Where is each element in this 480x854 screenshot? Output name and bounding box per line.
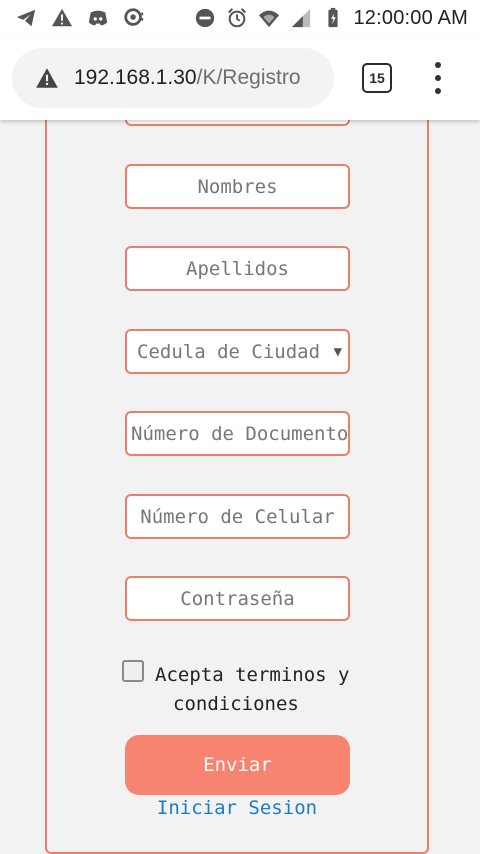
document-type-value: Cedula de Ciudad — [137, 340, 321, 363]
battery-icon — [321, 6, 345, 30]
telegram-icon — [14, 6, 38, 30]
url-host: 192.168.1.30 — [74, 66, 197, 89]
submit-button[interactable]: Enviar — [125, 735, 350, 795]
wifi-icon — [257, 6, 281, 30]
system-icons: 12:00:00 AM — [193, 6, 468, 30]
status-clock: 12:00:00 AM — [353, 6, 468, 29]
login-link[interactable]: Iniciar Sesion — [0, 797, 474, 819]
alert-icon — [50, 6, 74, 30]
status-bar: 12:00:00 AM — [0, 0, 480, 36]
url-text[interactable]: 192.168.1.30/K/Registro — [74, 66, 301, 90]
signal-icon — [289, 6, 313, 30]
apellidos-input[interactable]: Apellidos — [125, 246, 350, 291]
document-type-select[interactable]: Cedula de Ciudad ▼ — [125, 329, 350, 374]
app-icon — [122, 6, 146, 30]
nombres-input[interactable]: Nombres — [125, 164, 350, 209]
password-input[interactable]: Contraseña — [125, 576, 350, 621]
terms-label-line1: Acepta terminos y — [155, 664, 350, 686]
discord-icon — [86, 6, 110, 30]
address-bar[interactable]: 192.168.1.30/K/Registro — [12, 48, 334, 108]
alarm-icon — [225, 6, 249, 30]
url-path: /K/Registro — [196, 66, 301, 89]
cellphone-number-input[interactable]: Número de Celular — [125, 494, 350, 539]
dnd-icon — [193, 6, 217, 30]
document-number-input[interactable]: Número de Documento — [125, 411, 350, 456]
notification-icons — [14, 6, 146, 30]
not-secure-warning-icon[interactable] — [34, 65, 60, 91]
dropdown-arrow-icon: ▼ — [333, 343, 342, 360]
terms-checkbox[interactable] — [122, 660, 144, 682]
browser-toolbar: 192.168.1.30/K/Registro 15 — [0, 36, 480, 120]
terms-label-line2: condiciones — [173, 693, 299, 715]
tab-switcher-button[interactable]: 15 — [362, 63, 392, 93]
more-options-icon[interactable] — [426, 58, 450, 98]
